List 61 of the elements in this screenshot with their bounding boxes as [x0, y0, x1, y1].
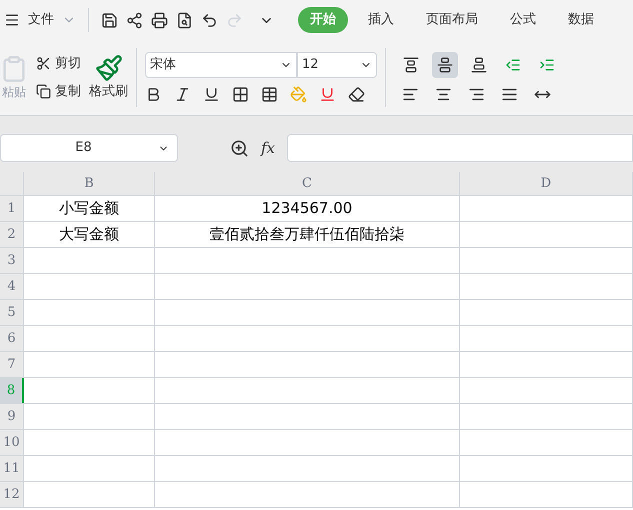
- formula-input[interactable]: [287, 134, 633, 162]
- copy-icon: [36, 84, 51, 99]
- row-header[interactable]: 11: [0, 456, 24, 481]
- row-header[interactable]: 12: [0, 482, 24, 507]
- outdent-icon: [505, 57, 521, 73]
- italic-icon[interactable]: [174, 86, 191, 103]
- font-select[interactable]: 宋体: [145, 52, 297, 78]
- row-header[interactable]: 7: [0, 352, 24, 377]
- row-header[interactable]: 9: [0, 404, 24, 429]
- ribbon-tab[interactable]: 公式: [498, 7, 548, 33]
- row-header[interactable]: 2: [0, 222, 24, 247]
- align-button[interactable]: [432, 52, 458, 78]
- indent-icon: [539, 57, 555, 73]
- column-header[interactable]: B: [24, 172, 155, 195]
- align-middle-icon: [437, 57, 453, 73]
- row-header[interactable]: 4: [0, 274, 24, 299]
- undo-icon[interactable]: [201, 12, 218, 28]
- menu-icon[interactable]: [4, 12, 20, 28]
- row-header[interactable]: 6: [0, 326, 24, 351]
- file-menu[interactable]: 文件: [28, 10, 54, 30]
- ribbon-tab[interactable]: 页面布局: [414, 7, 490, 33]
- align-center-icon[interactable]: [435, 86, 452, 103]
- cell-style-icon[interactable]: [261, 86, 278, 103]
- brush-icon[interactable]: [94, 54, 122, 82]
- underline-icon[interactable]: [203, 86, 220, 103]
- eraser-icon[interactable]: [348, 86, 365, 103]
- borders-icon[interactable]: [232, 86, 249, 103]
- print-icon[interactable]: [151, 12, 168, 28]
- fill-color-icon[interactable]: [290, 86, 307, 103]
- row-header[interactable]: 5: [0, 300, 24, 325]
- name-box[interactable]: E8: [0, 134, 178, 162]
- row-header[interactable]: 10: [0, 430, 24, 455]
- row-header[interactable]: 8: [0, 378, 24, 403]
- align-top-icon: [403, 57, 419, 73]
- scissors-icon: [36, 56, 51, 72]
- paste-button[interactable]: 粘贴: [2, 82, 26, 100]
- table-cell: 1234567.00: [155, 196, 460, 221]
- row-header[interactable]: 1: [0, 196, 24, 221]
- column-header[interactable]: D: [460, 172, 633, 195]
- share-icon[interactable]: [126, 12, 143, 28]
- align-bottom-icon: [471, 57, 487, 73]
- function-label[interactable]: fx: [261, 136, 276, 160]
- copy-button[interactable]: 复制: [36, 82, 81, 101]
- ribbon-tab[interactable]: 插入: [356, 7, 406, 33]
- table-cell: 小写金额: [24, 196, 155, 221]
- justify-icon[interactable]: [501, 86, 518, 103]
- zoom-icon[interactable]: [230, 138, 249, 158]
- table-cell: 大写金额: [24, 222, 155, 247]
- save-icon[interactable]: [101, 12, 118, 28]
- format-painter-button[interactable]: 格式刷: [89, 82, 128, 102]
- align-left-icon[interactable]: [402, 86, 419, 103]
- print-preview-icon[interactable]: [176, 12, 193, 28]
- ribbon-tab[interactable]: 开始: [298, 7, 348, 33]
- align-right-icon[interactable]: [468, 86, 485, 103]
- ribbon-tab[interactable]: 数据: [556, 7, 606, 33]
- table-cell: 壹佰贰拾叁万肆仟伍佰陆拾柒: [155, 222, 460, 247]
- row-header[interactable]: 3: [0, 248, 24, 273]
- font-color-icon[interactable]: [319, 86, 336, 103]
- cut-button[interactable]: 剪切: [36, 54, 81, 74]
- font-size-select[interactable]: 12: [297, 52, 377, 78]
- column-header[interactable]: C: [155, 172, 460, 195]
